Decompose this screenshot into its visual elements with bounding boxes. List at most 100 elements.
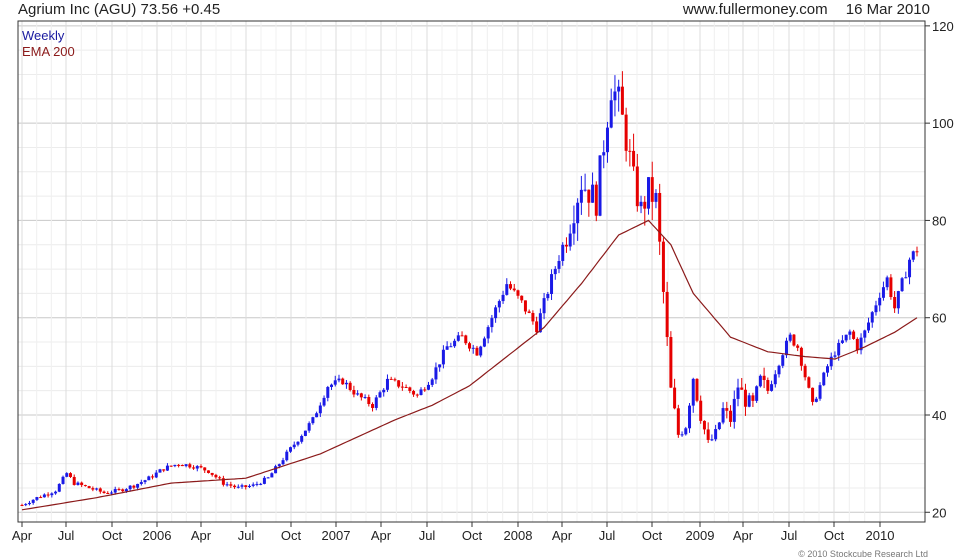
- price-bar-body: [471, 347, 475, 349]
- price-bar-body: [262, 477, 266, 484]
- price-bar-body: [389, 378, 393, 380]
- price-bar-body: [274, 466, 278, 474]
- price-bar-body: [445, 346, 449, 350]
- price-bar-body: [885, 277, 889, 288]
- y-tick-label: 60: [932, 311, 946, 326]
- price-bar-body: [594, 184, 598, 216]
- price-bar-body: [143, 480, 147, 483]
- price-bar-body: [188, 464, 192, 468]
- price-bar-body: [158, 469, 162, 473]
- price-bar-body: [102, 491, 106, 494]
- price-bar-body: [535, 321, 539, 333]
- y-tick-label: 40: [932, 408, 946, 423]
- price-bar-body: [35, 497, 39, 500]
- price-bar-body: [356, 393, 360, 395]
- price-bar-body: [680, 434, 684, 436]
- price-bar-body: [520, 295, 524, 301]
- price-bar-body: [673, 387, 677, 409]
- price-bar-body: [766, 380, 770, 391]
- price-bar-body: [285, 451, 289, 461]
- legend-weekly: Weekly: [22, 28, 65, 43]
- price-bar-body: [762, 375, 766, 381]
- price-bar-body: [702, 420, 706, 430]
- price-bar-body: [259, 483, 263, 485]
- price-bar-body: [419, 389, 423, 396]
- price-bar-body: [300, 435, 304, 442]
- price-bar-body: [904, 277, 908, 279]
- price-bar-body: [415, 394, 419, 396]
- price-bar-body: [404, 387, 408, 389]
- price-bar-body: [195, 466, 199, 469]
- price-bar-body: [151, 476, 155, 478]
- price-bar-body: [184, 464, 188, 467]
- price-bar-body: [139, 482, 143, 484]
- chart-date: 16 Mar 2010: [845, 1, 930, 18]
- price-bar-body: [889, 277, 893, 298]
- price-bar-body: [337, 378, 341, 381]
- price-bar-body: [46, 494, 50, 496]
- price-bar-body: [57, 483, 61, 492]
- price-bar-body: [908, 259, 912, 278]
- price-bar-body: [359, 393, 363, 398]
- price-bar-body: [893, 297, 897, 309]
- price-bar-body: [65, 473, 69, 477]
- price-bar-body: [714, 429, 718, 440]
- price-bar-body: [277, 464, 281, 467]
- price-bar-body: [449, 346, 453, 348]
- price-bar-body: [173, 464, 177, 467]
- price-bar-body: [915, 251, 919, 253]
- price-bar-body: [344, 382, 348, 385]
- price-bar-body: [747, 395, 751, 407]
- price-bar-body: [374, 397, 378, 408]
- price-bar-body: [509, 284, 513, 289]
- price-bar-body: [326, 387, 330, 398]
- price-bar-body: [870, 312, 874, 323]
- price-bar-body: [706, 429, 710, 440]
- price-bar-body: [896, 291, 900, 309]
- price-bar-body: [564, 244, 568, 247]
- price-bar-body: [91, 488, 95, 490]
- x-tick-label: Apr: [552, 528, 573, 543]
- price-bar-body: [378, 392, 382, 398]
- price-bar-body: [87, 486, 91, 489]
- price-bar-body: [169, 465, 173, 467]
- price-bar-body: [602, 152, 606, 156]
- x-tick-label: 2010: [866, 528, 895, 543]
- price-bar-body: [76, 482, 80, 485]
- price-bar-body: [777, 365, 781, 375]
- price-bar-body: [632, 150, 636, 167]
- price-bar-body: [110, 492, 113, 494]
- price-bar-body: [874, 305, 878, 313]
- price-bar-body: [550, 274, 554, 294]
- price-bar-body: [852, 331, 856, 339]
- price-bar-body: [784, 340, 788, 356]
- price-bar-body: [367, 397, 371, 405]
- instrument-name: Agrium Inc (AGU): [18, 1, 137, 18]
- price-bar-body: [505, 284, 509, 295]
- price-bar-body: [341, 378, 345, 385]
- price-bar-body: [233, 485, 237, 488]
- price-bar-body: [755, 386, 759, 401]
- price-bar-body: [717, 422, 721, 430]
- price-change: +0.45: [182, 1, 221, 18]
- price-bar-body: [688, 405, 692, 429]
- x-tick-label: 2007: [322, 528, 351, 543]
- x-tick-label: Oct: [462, 528, 483, 543]
- x-tick-label: Jul: [238, 528, 255, 543]
- price-bar-body: [811, 387, 815, 402]
- price-bar-body: [561, 244, 565, 261]
- price-bar-body: [743, 389, 747, 407]
- price-bar-body: [710, 439, 714, 441]
- price-bar-body: [54, 491, 58, 494]
- price-bar-body: [699, 400, 703, 421]
- price-bar-body: [751, 395, 755, 401]
- price-bar-body: [80, 482, 84, 486]
- price-bar-body: [270, 473, 274, 478]
- price-bar-body: [240, 485, 244, 487]
- price-bar-body: [218, 477, 222, 479]
- chart-source: www.fullermoney.com 16 Mar 2010: [669, 1, 930, 18]
- price-bar-body: [441, 349, 445, 365]
- price-bar-body: [154, 472, 158, 478]
- price-bar-body: [583, 189, 587, 191]
- price-bar-body: [423, 389, 427, 391]
